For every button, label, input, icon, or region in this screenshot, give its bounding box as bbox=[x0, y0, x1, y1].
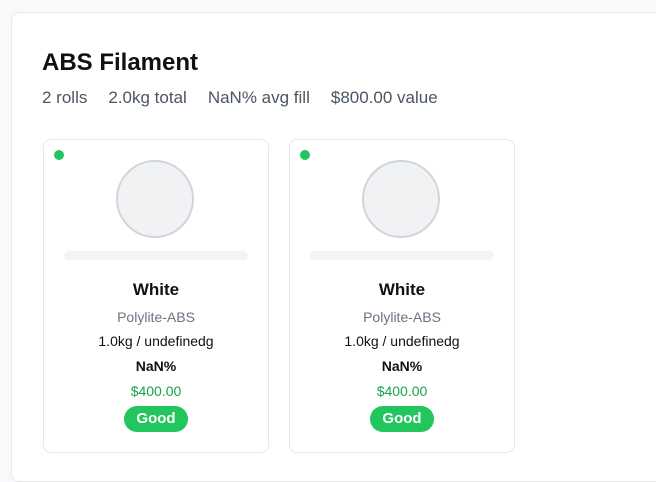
card-color-name: White bbox=[132, 280, 180, 299]
card-percent: NaN% bbox=[135, 358, 177, 374]
group-title: ABS Filament bbox=[42, 49, 199, 76]
filament-card[interactable]: White Polylite-ABS 1.0kg / undefinedg Na… bbox=[43, 139, 269, 453]
group-stats: 2 rolls 2.0kg total NaN% avg fill $800.0… bbox=[42, 88, 438, 108]
stat-value: $800.00 value bbox=[330, 88, 438, 107]
stat-rolls: 2 rolls bbox=[42, 88, 88, 107]
card-weight: 1.0kg / undefinedg bbox=[98, 333, 214, 349]
card-percent: NaN% bbox=[381, 358, 423, 374]
fill-progress-bar bbox=[64, 251, 248, 260]
filament-group-panel: ABS Filament 2 rolls 2.0kg total NaN% av… bbox=[11, 12, 656, 482]
card-price: $400.00 bbox=[376, 383, 428, 399]
card-price: $400.00 bbox=[130, 383, 182, 399]
status-badge: Good bbox=[124, 406, 188, 432]
stat-total-weight: 2.0kg total bbox=[108, 88, 187, 107]
stat-avg-fill: NaN% avg fill bbox=[207, 88, 310, 107]
spool-icon bbox=[116, 160, 194, 238]
card-color-name: White bbox=[378, 280, 426, 299]
filament-card[interactable]: White Polylite-ABS 1.0kg / undefinedg Na… bbox=[289, 139, 515, 453]
status-dot-icon bbox=[300, 150, 310, 160]
status-badge: Good bbox=[370, 406, 434, 432]
status-dot-icon bbox=[54, 150, 64, 160]
card-material: Polylite-ABS bbox=[117, 309, 195, 325]
card-weight: 1.0kg / undefinedg bbox=[344, 333, 460, 349]
fill-progress-bar bbox=[310, 251, 494, 260]
spool-icon bbox=[362, 160, 440, 238]
card-material: Polylite-ABS bbox=[363, 309, 441, 325]
